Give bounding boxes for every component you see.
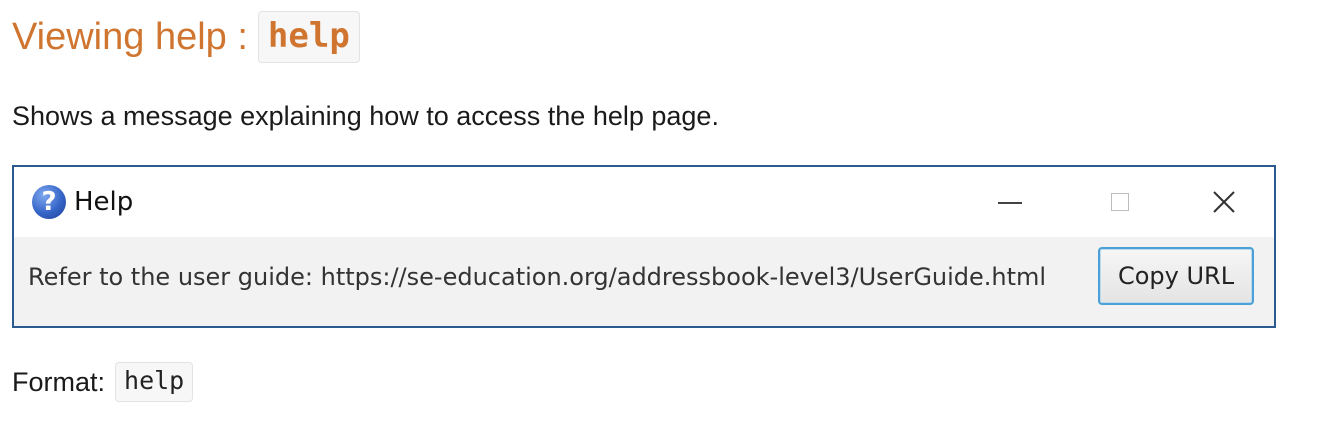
format-command-code: help — [115, 362, 194, 402]
heading-command-code: help — [257, 11, 360, 63]
close-button[interactable] — [1194, 177, 1254, 227]
maximize-icon — [1111, 193, 1129, 211]
copy-url-button[interactable]: Copy URL — [1098, 247, 1254, 305]
window-title: Help — [74, 187, 134, 217]
maximize-button[interactable] — [1090, 177, 1150, 227]
close-icon — [1213, 191, 1235, 213]
format-line: Format: help — [12, 362, 194, 402]
format-label: Format: — [12, 366, 106, 397]
help-question-icon: ? — [32, 185, 66, 219]
minimize-icon — [998, 202, 1022, 204]
minimize-button[interactable] — [980, 177, 1040, 227]
window-titlebar: ? Help — [14, 167, 1274, 237]
help-window-screenshot: ? Help Refer to the user guide: https://… — [12, 165, 1276, 328]
section-description: Shows a message explaining how to access… — [12, 101, 719, 131]
user-guide-message: Refer to the user guide: https://se-educ… — [28, 263, 1047, 291]
heading-text: Viewing help : — [12, 15, 248, 58]
section-heading: Viewing help : help — [12, 10, 360, 64]
